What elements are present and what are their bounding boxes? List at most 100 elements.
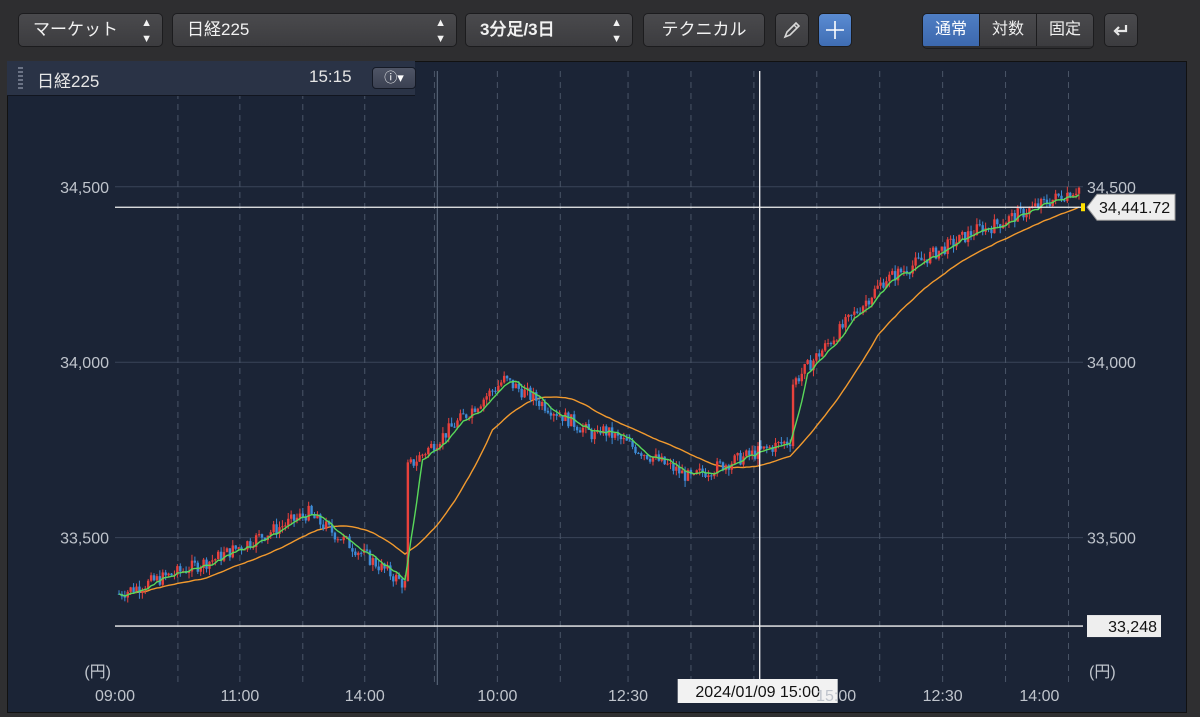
- candle-body: [453, 426, 456, 428]
- candle-body: [281, 526, 284, 528]
- candle-body: [867, 300, 871, 305]
- candle-body: [762, 446, 766, 449]
- candle-body: [196, 562, 199, 572]
- candle-body: [552, 414, 555, 416]
- candle-body: [940, 246, 944, 251]
- candle-body: [946, 239, 949, 255]
- y-tick-label-left: 33,500: [60, 531, 109, 548]
- candle-body: [491, 390, 494, 392]
- last-price-marker: [1081, 203, 1085, 212]
- candle-body: [292, 514, 296, 521]
- candle-body: [651, 457, 655, 462]
- candle-body: [961, 232, 964, 235]
- candle-body: [823, 343, 827, 351]
- candle-body: [768, 446, 771, 448]
- candle-body: [494, 390, 497, 392]
- candle-body: [549, 412, 553, 416]
- candle-body: [634, 446, 637, 453]
- candle-body: [826, 343, 830, 345]
- legend-symbol: 日経225: [37, 72, 100, 91]
- candle-body: [803, 364, 806, 374]
- candle-body: [488, 390, 491, 397]
- candle-body: [482, 399, 485, 407]
- candle-body: [625, 438, 628, 441]
- candle-body: [783, 441, 786, 444]
- candle-body: [637, 452, 640, 454]
- candle-body: [351, 548, 354, 552]
- candle-body: [899, 268, 903, 273]
- candle-body: [1034, 203, 1037, 207]
- candle-body: [260, 534, 264, 538]
- candle-body: [856, 311, 859, 313]
- candle-body: [336, 539, 340, 541]
- candle-body: [424, 454, 427, 456]
- candle-body: [432, 443, 436, 451]
- candle-body: [307, 505, 310, 521]
- candle-body: [964, 232, 967, 243]
- y-tick-label-right: 34,000: [1087, 355, 1136, 372]
- candle-body: [301, 513, 305, 517]
- candle-body: [365, 549, 369, 551]
- candle-body: [902, 271, 906, 273]
- x-tick-label: 14:00: [1019, 688, 1059, 705]
- candle-body: [333, 532, 337, 540]
- price-chart[interactable]: 34,441.72 33,248 2024/01/09 15:00 34,500 34…: [0, 0, 1200, 717]
- candle-body: [818, 353, 821, 357]
- candle-body: [392, 576, 395, 582]
- candle-body: [718, 461, 722, 463]
- candle-body: [1042, 198, 1046, 200]
- candle-body: [969, 231, 973, 236]
- candle-body: [257, 534, 261, 536]
- candle-body: [377, 566, 380, 571]
- candle-body: [1048, 203, 1052, 206]
- candle-body: [523, 389, 526, 398]
- plot-area[interactable]: [115, 71, 1083, 685]
- candle-body: [537, 400, 541, 407]
- candle-body: [485, 396, 488, 400]
- candle-body: [403, 581, 407, 588]
- y-tick-label-right: 34,500: [1087, 180, 1136, 197]
- candle-body: [567, 412, 570, 427]
- x-tick-label: 14:00: [345, 688, 385, 705]
- candle-body: [666, 463, 669, 465]
- high-price-label: 34,441.72: [1099, 200, 1170, 217]
- candle-body: [132, 587, 135, 593]
- candle-body: [815, 353, 818, 361]
- info-dropdown[interactable]: ⓘ▾: [372, 67, 416, 89]
- candle-body: [415, 461, 418, 466]
- candle-body: [1019, 208, 1022, 210]
- candle-body: [225, 548, 229, 553]
- candle-body: [993, 219, 996, 234]
- candle-body: [418, 455, 421, 462]
- candle-body: [780, 442, 783, 444]
- candle-body: [558, 415, 561, 417]
- candle-body: [990, 229, 993, 234]
- drag-handle-icon[interactable]: [18, 67, 23, 89]
- candle-body: [354, 551, 357, 556]
- candle-body: [879, 282, 882, 286]
- candle-body: [876, 285, 879, 289]
- low-price-label: 33,248: [1108, 619, 1157, 636]
- candle-body: [289, 514, 293, 519]
- candle-body: [1022, 208, 1025, 218]
- candle-body: [891, 271, 894, 275]
- candle-body: [505, 375, 509, 379]
- candle-body: [873, 288, 876, 298]
- candle-body: [806, 360, 809, 365]
- candle-body: [765, 446, 768, 448]
- candle-body: [1074, 193, 1078, 195]
- candle-body: [966, 231, 970, 243]
- candle-body: [430, 443, 433, 448]
- candle-body: [1025, 214, 1028, 218]
- candle-body: [1054, 193, 1057, 200]
- y-tick-label-left: 34,000: [60, 355, 109, 372]
- candle-body: [575, 426, 579, 431]
- candle-body: [683, 470, 687, 481]
- candle-body: [669, 463, 672, 465]
- candle-body: [1077, 187, 1081, 194]
- candle-body: [841, 324, 844, 328]
- candle-body: [745, 450, 748, 457]
- candle-body: [888, 274, 891, 282]
- candle-body: [555, 414, 558, 416]
- candle-body: [275, 524, 278, 534]
